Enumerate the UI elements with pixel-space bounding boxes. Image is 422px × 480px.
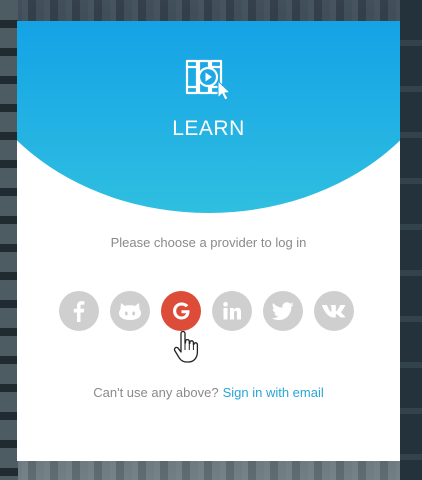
hand-pointer-cursor-icon: [173, 331, 199, 363]
linkedin-icon: [223, 302, 241, 320]
facebook-login-button[interactable]: [59, 291, 99, 331]
login-card: LEARN Please choose a provider to log in: [17, 21, 400, 461]
twitter-login-button[interactable]: [263, 291, 303, 331]
twitter-icon: [272, 302, 294, 320]
sign-in-with-email-link[interactable]: Sign in with email: [223, 385, 324, 400]
provider-prompt: Please choose a provider to log in: [110, 235, 307, 250]
footer: Can't use any above? Sign in with email: [17, 385, 400, 400]
google-login-button[interactable]: [161, 291, 201, 331]
google-icon: [173, 302, 190, 320]
github-login-button[interactable]: [110, 291, 150, 331]
app-title: LEARN: [172, 117, 245, 140]
vk-login-button[interactable]: [314, 291, 354, 331]
linkedin-login-button[interactable]: [212, 291, 252, 331]
video-library-cursor-icon: [185, 59, 232, 101]
provider-list: [59, 291, 359, 335]
footer-text: Can't use any above?: [93, 385, 219, 400]
github-icon: [119, 303, 141, 320]
vk-icon: [322, 305, 346, 318]
facebook-icon: [73, 301, 85, 322]
